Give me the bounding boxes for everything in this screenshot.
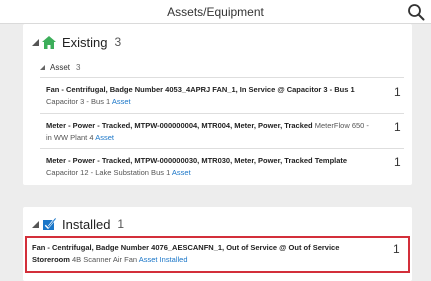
installed-section-header[interactable]: Installed 1 [32, 214, 124, 234]
list-item[interactable]: Fan - Centrifugal, Badge Number 4053_4AP… [40, 77, 404, 113]
item-quantity: 1 [394, 120, 401, 134]
installed-box-icon [43, 218, 56, 230]
item-type-link[interactable]: Asset Installed [139, 255, 188, 264]
item-quantity: 1 [393, 242, 400, 256]
page-title: Assets/Equipment [167, 5, 264, 19]
list-item[interactable]: Meter - Power - Tracked, MTPW-000000004,… [40, 113, 404, 149]
existing-count: 3 [114, 35, 122, 49]
installed-count: 1 [117, 217, 125, 231]
item-type-link[interactable]: Asset [95, 133, 114, 142]
item-quantity: 1 [394, 85, 401, 99]
collapse-caret-icon[interactable] [32, 220, 39, 228]
item-location: 4B Scanner Air Fan [72, 255, 138, 264]
item-title: Meter - Power - Tracked, MTPW-000000030,… [46, 156, 348, 165]
asset-group-label: Asset [50, 62, 71, 72]
item-title: Fan - Centrifugal, Badge Number 4053_4AP… [46, 85, 355, 94]
existing-title: Existing [62, 34, 108, 50]
item-type-link[interactable]: Asset [172, 168, 191, 177]
installed-section: Installed 1 Fan - Centrifugal, Badge Num… [23, 207, 412, 281]
item-quantity: 1 [394, 155, 401, 169]
list-item[interactable]: Fan - Centrifugal, Badge Number 4076_AES… [32, 242, 372, 266]
collapse-caret-icon[interactable] [40, 64, 45, 70]
existing-section: Existing 3 Asset 3 Fan - Centrifugal, Ba… [23, 24, 412, 185]
asset-group-header[interactable]: Asset 3 [40, 61, 80, 73]
selected-item-highlight[interactable]: Fan - Centrifugal, Badge Number 4076_AES… [25, 236, 410, 273]
collapse-caret-icon[interactable] [32, 38, 39, 46]
existing-section-header[interactable]: Existing 3 [32, 32, 121, 52]
top-bar: Assets/Equipment [0, 0, 431, 24]
item-title: Meter - Power - Tracked, MTPW-000000004,… [46, 121, 313, 130]
asset-group-count: 3 [76, 62, 81, 72]
item-location: Capacitor 3 - Bus 1 [46, 97, 111, 106]
installed-title: Installed [62, 216, 111, 232]
list-item[interactable]: Meter - Power - Tracked, MTPW-000000030,… [40, 148, 404, 184]
item-location: Capacitor 12 - Lake Substation Bus 1 [46, 168, 171, 177]
search-icon[interactable] [407, 3, 425, 21]
item-type-link[interactable]: Asset [112, 97, 131, 106]
house-icon [42, 35, 56, 49]
